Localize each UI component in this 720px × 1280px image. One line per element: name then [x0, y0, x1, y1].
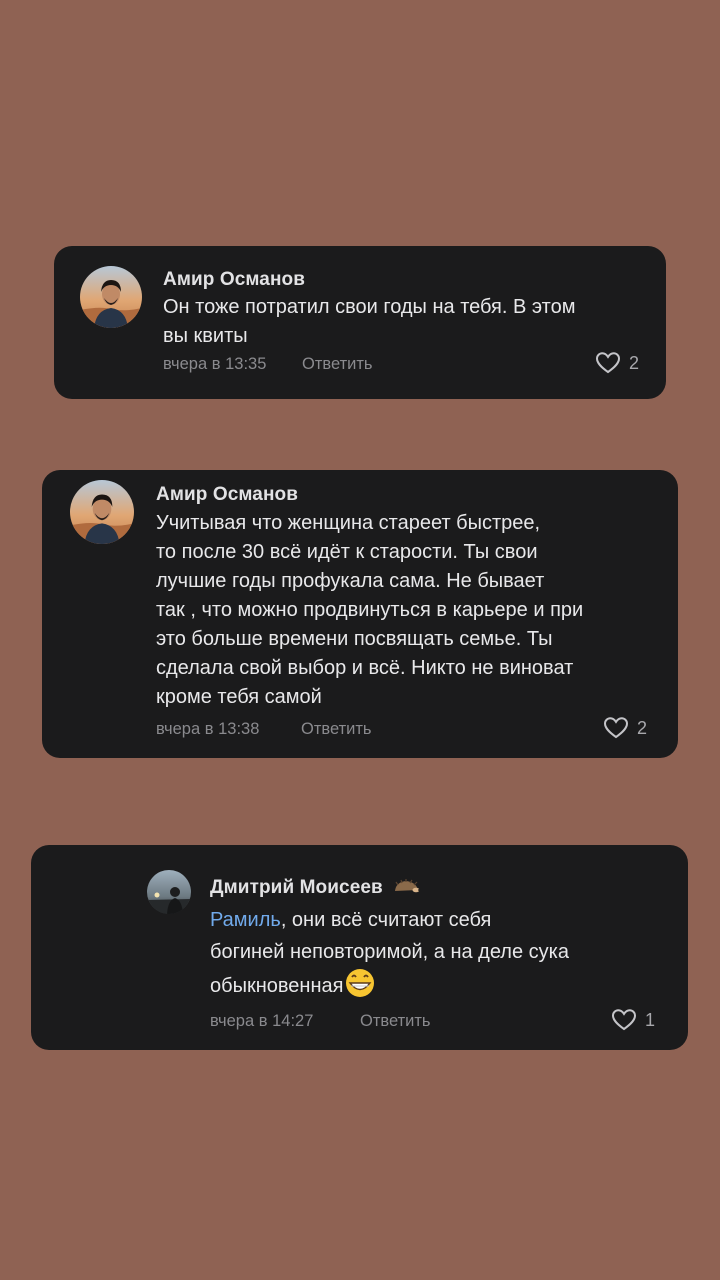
avatar[interactable]	[147, 870, 191, 914]
mention-link[interactable]: Рамиль	[210, 909, 281, 931]
like-button[interactable]: 1	[611, 1008, 655, 1032]
heart-icon	[611, 1009, 637, 1031]
comment-card: Амир Османов Он тоже потратил свои годы …	[54, 246, 666, 399]
comment-text-line: кроме тебя самой	[156, 686, 322, 708]
comment-timestamp: вчера в 13:38	[156, 720, 260, 738]
avatar[interactable]	[70, 480, 134, 544]
comment-text: Учитывая что женщина стареет быстрее, то…	[156, 509, 583, 712]
comment-text-line: так , что можно продвинуться в карьере и…	[156, 599, 584, 621]
comment-card: Амир Османов Учитывая что женщина старее…	[42, 470, 678, 758]
like-count: 2	[629, 352, 640, 373]
comment-timestamp: вчера в 13:35	[163, 355, 267, 373]
like-count: 2	[637, 717, 648, 738]
like-button[interactable]: 2	[595, 351, 639, 375]
comment-text-line: лучшие годы профукала сама. Не бывает	[156, 570, 545, 592]
comment-author[interactable]: Амир Османов	[163, 269, 305, 291]
comment-text-line: богиней неповторимой, а на деле сука	[210, 941, 569, 963]
grinning-face-icon	[346, 969, 375, 997]
reply-button[interactable]: Ответить	[302, 355, 373, 374]
avatar[interactable]	[80, 266, 142, 328]
like-button[interactable]: 2	[603, 716, 647, 740]
comment-card: Дмитрий Моисеев Рамиль, они всё считают …	[31, 845, 688, 1050]
like-count: 1	[645, 1009, 656, 1030]
comment-text-line: вы квиты	[163, 325, 248, 347]
heart-icon	[595, 352, 621, 374]
comment-text-fragment: обыкновенная	[210, 975, 344, 997]
comment-text: Рамиль, они всё считают себя богиней неп…	[210, 904, 569, 1002]
comment-timestamp: вчера в 14:27	[210, 1012, 314, 1030]
author-name: Дмитрий Моисеев	[210, 877, 383, 898]
heart-icon	[603, 717, 629, 739]
comment-author[interactable]: Амир Османов	[156, 484, 298, 506]
comment-text-fragment: , они всё считают себя	[280, 909, 492, 931]
comment-text-line: Учитывая что женщина стареет быстрее,	[156, 512, 541, 534]
comment-text-line: сделала свой выбор и всё. Никто не винов…	[156, 657, 574, 679]
comment-text-line: то после 30 всё идёт к старости. Ты свои	[156, 541, 538, 563]
comment-text-line: это больше времени посвящать семье. Ты	[156, 628, 553, 650]
reply-button[interactable]: Ответить	[360, 1012, 431, 1031]
hedgehog-icon	[395, 879, 421, 893]
comment-text: Он тоже потратил свои годы на тебя. В эт…	[163, 293, 575, 351]
comment-text-line: Он тоже потратил свои годы на тебя. В эт…	[163, 296, 576, 318]
reply-button[interactable]: Ответить	[301, 720, 372, 739]
comment-author[interactable]: Дмитрий Моисеев	[210, 877, 421, 899]
